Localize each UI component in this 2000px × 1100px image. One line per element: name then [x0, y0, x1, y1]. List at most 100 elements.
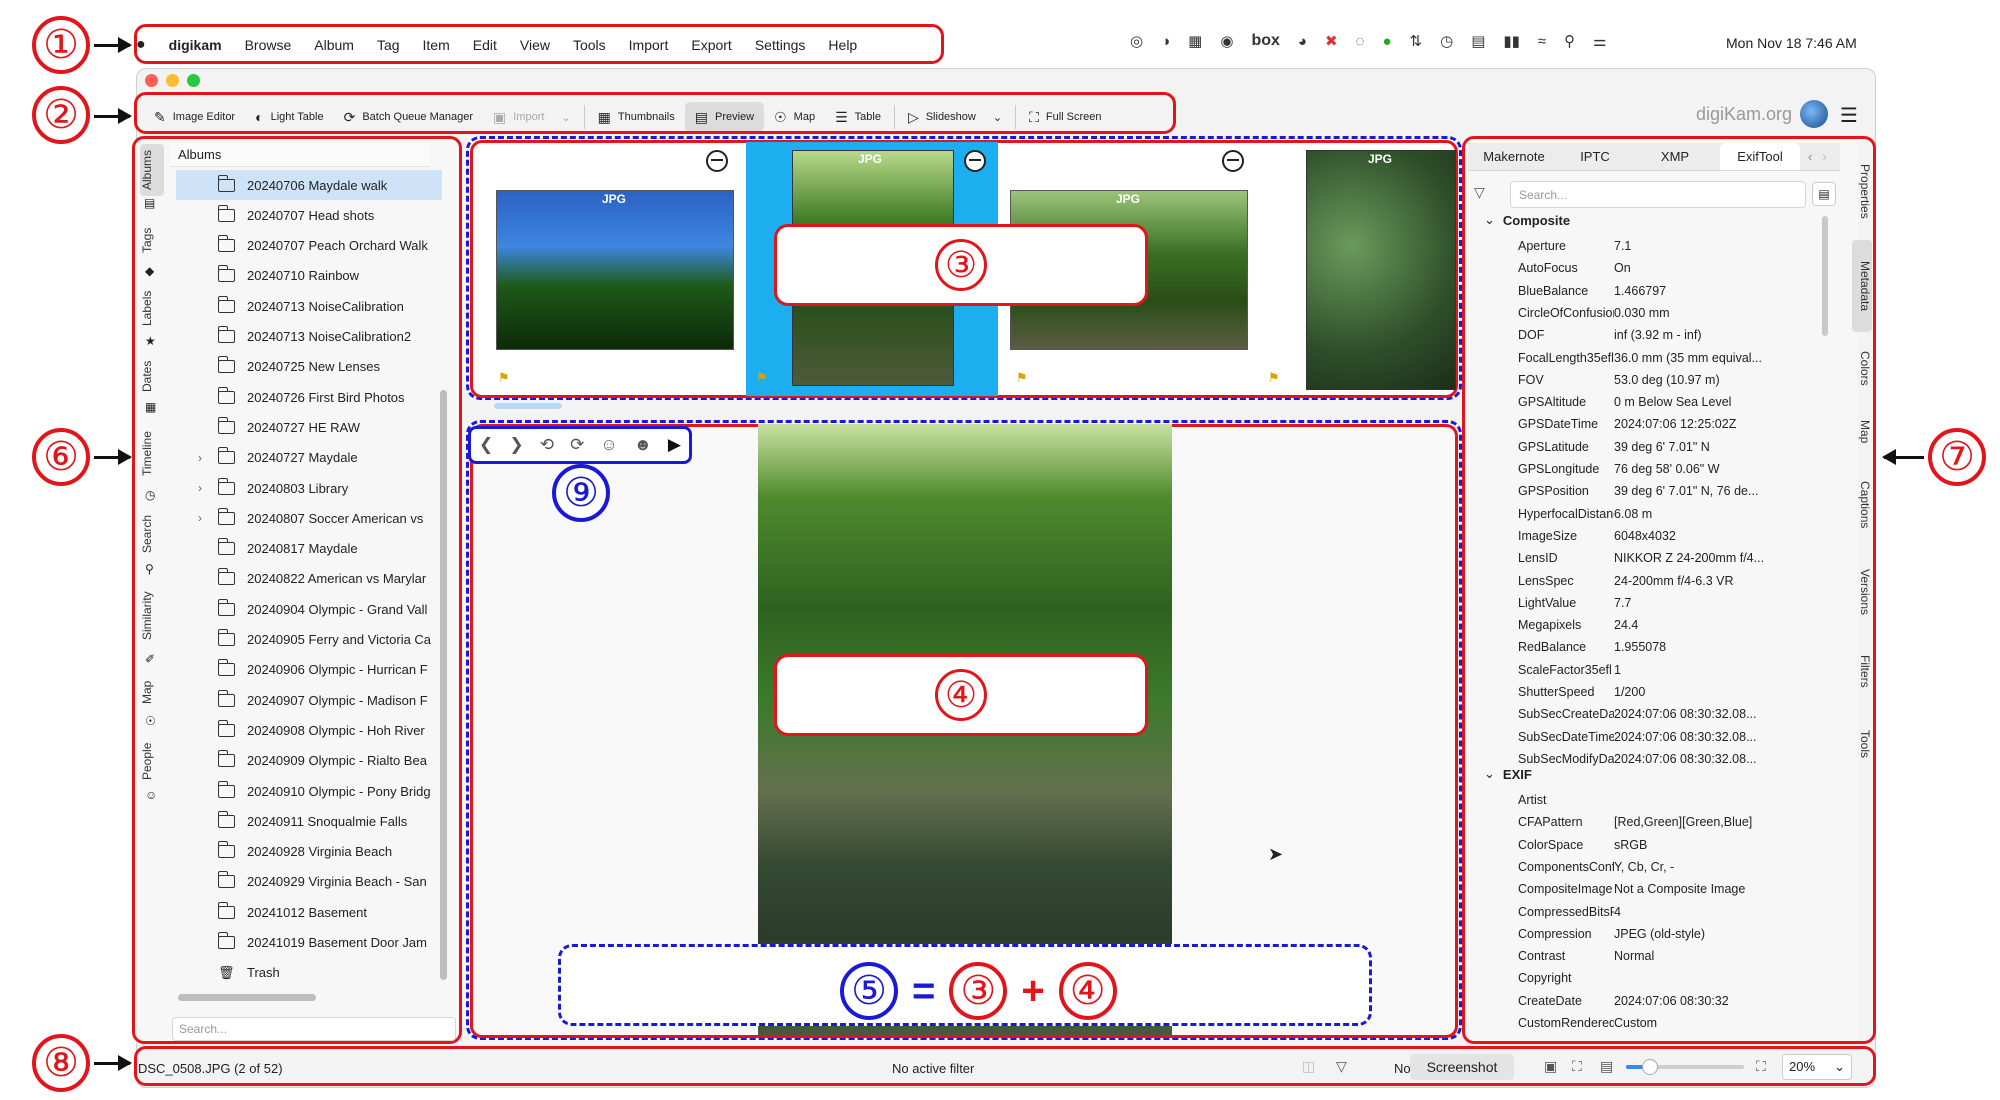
- album-h-scrollbar[interactable]: [178, 994, 316, 1001]
- chevron-left-icon[interactable]: ‹: [1808, 149, 1812, 164]
- zoom-fit-icon[interactable]: ▣: [1544, 1058, 1557, 1075]
- zoom-actual-icon[interactable]: ⛶: [1572, 1058, 1582, 1075]
- trash-icon[interactable]: ◫: [1302, 1058, 1315, 1075]
- tray-icon[interactable]: ◎: [1130, 32, 1143, 50]
- minimize-window-button[interactable]: [166, 74, 179, 87]
- wifi-icon[interactable]: ≈: [1538, 33, 1546, 50]
- tray-icon[interactable]: ▦: [1188, 32, 1202, 50]
- play-icon[interactable]: ▶: [668, 435, 681, 455]
- metadata-row[interactable]: LensSpec 24-200mm f/4-6.3 VR: [1484, 570, 1820, 592]
- zoom-window-button[interactable]: [187, 74, 200, 87]
- metadata-row[interactable]: GPSDateTime 2024:07:06 12:25:02Z: [1484, 413, 1820, 435]
- tab-metadata[interactable]: Metadata: [1852, 240, 1872, 332]
- metadata-row[interactable]: AutoFocus On: [1484, 257, 1820, 279]
- metadata-row[interactable]: LightValue 7.7: [1484, 592, 1820, 614]
- tab-makernote[interactable]: Makernote: [1468, 143, 1560, 170]
- album-item[interactable]: 20240817 Maydale: [176, 534, 442, 564]
- album-item[interactable]: 20240725 New Lenses: [176, 352, 442, 382]
- metadata-row[interactable]: GPSLatitude 39 deg 6' 7.01" N: [1484, 436, 1820, 458]
- zoom-slider-knob[interactable]: [1641, 1059, 1658, 1075]
- metadata-row[interactable]: CompositeImage Not a Composite Image: [1484, 878, 1820, 900]
- tab-xmp[interactable]: XMP: [1630, 143, 1720, 170]
- filmstrip-scrollbar[interactable]: [494, 403, 562, 409]
- album-item[interactable]: 20240713 NoiseCalibration2: [176, 322, 442, 352]
- album-item[interactable]: 20240707 Head shots: [176, 200, 442, 230]
- metadata-row[interactable]: ComponentsConfi...Y, Cb, Cr, -: [1484, 856, 1820, 878]
- album-item[interactable]: › 20240803 Library: [176, 473, 442, 503]
- metadata-row[interactable]: ImageSize 6048x4032: [1484, 525, 1820, 547]
- metadata-row[interactable]: Megapixels 24.4: [1484, 614, 1820, 636]
- metadata-row[interactable]: SubSecModifyDate2024:07:06 08:30:32.08..…: [1484, 748, 1820, 770]
- album-item[interactable]: 20240909 Olympic - Rialto Bea: [176, 746, 442, 776]
- album-item[interactable]: 20240822 American vs Marylar: [176, 564, 442, 594]
- filter-icon[interactable]: ▽: [1474, 184, 1485, 201]
- tab-tools[interactable]: Tools: [1852, 716, 1872, 772]
- menubar-clock[interactable]: Mon Nov 18 7:46 AM: [1726, 35, 1857, 51]
- metadata-row[interactable]: Artist: [1484, 789, 1820, 811]
- metadata-row[interactable]: SubSecCreateDate2024:07:06 08:30:32.08..…: [1484, 703, 1820, 725]
- tab-properties[interactable]: Properties: [1852, 146, 1872, 236]
- tab-versions[interactable]: Versions: [1852, 556, 1872, 628]
- tray-icon[interactable]: ◑: [1161, 33, 1170, 50]
- album-item[interactable]: 20240929 Virginia Beach - San: [176, 867, 442, 897]
- metadata-row[interactable]: Copyright: [1484, 967, 1820, 989]
- album-item[interactable]: 20240906 Olympic - Hurrican F: [176, 655, 442, 685]
- album-item[interactable]: 20241012 Basement: [176, 897, 442, 927]
- tab-similarity[interactable]: Similarity: [140, 584, 164, 648]
- metadata-row[interactable]: GPSPosition 39 deg 6' 7.01" N, 76 de...: [1484, 480, 1820, 502]
- metadata-row[interactable]: CustomRendered Custom: [1484, 1012, 1820, 1034]
- album-item[interactable]: 20240905 Ferry and Victoria Ca: [176, 625, 442, 655]
- search-icon[interactable]: ⚲: [1564, 32, 1575, 50]
- album-item[interactable]: 20240904 Olympic - Grand Vall: [176, 594, 442, 624]
- album-item[interactable]: 20240713 NoiseCalibration: [176, 291, 442, 321]
- metadata-search-input[interactable]: Search...: [1510, 181, 1806, 208]
- metadata-row[interactable]: Contrast Normal: [1484, 945, 1820, 967]
- tab-search[interactable]: Search: [140, 510, 164, 558]
- metadata-row[interactable]: ColorSpace sRGB: [1484, 834, 1820, 856]
- album-item[interactable]: › 20240727 Maydale: [176, 443, 442, 473]
- tab-exiftool[interactable]: ExifTool: [1720, 143, 1800, 170]
- battery-icon[interactable]: ▮▮: [1503, 32, 1520, 50]
- tab-albums[interactable]: Albums: [140, 144, 164, 196]
- tab-people[interactable]: People: [140, 736, 164, 786]
- metadata-row[interactable]: BlueBalance 1.466797: [1484, 280, 1820, 302]
- rotate-left-icon[interactable]: ⟲: [540, 435, 554, 455]
- metadata-row[interactable]: ScaleFactor35efl 1: [1484, 659, 1820, 681]
- metadata-row[interactable]: Aperture 7.1: [1484, 235, 1820, 257]
- album-item[interactable]: 20240911 Snoqualmie Falls: [176, 806, 442, 836]
- tray-icon[interactable]: ◉: [1220, 32, 1233, 50]
- album-item[interactable]: 20240710 Rainbow: [176, 261, 442, 291]
- chevron-right-icon[interactable]: ›: [198, 481, 202, 495]
- hamburger-menu-icon[interactable]: ☰: [1840, 103, 1858, 128]
- tab-timeline[interactable]: Timeline: [140, 424, 164, 484]
- next-icon[interactable]: ❯: [509, 435, 523, 455]
- filmstrip-thumb-1[interactable]: JPG ⚑: [488, 142, 738, 396]
- screenshot-button[interactable]: Screenshot: [1410, 1054, 1514, 1080]
- metadata-row[interactable]: CircleOfConfusion 0.030 mm: [1484, 302, 1820, 324]
- metadata-row[interactable]: FocalLength35efl 36.0 mm (35 mm equival..…: [1484, 347, 1820, 369]
- chevron-right-icon[interactable]: ›: [1822, 149, 1826, 164]
- tray-icon[interactable]: ◕: [1298, 33, 1307, 50]
- zoom-window-icon[interactable]: ▤: [1600, 1058, 1613, 1075]
- metadata-row[interactable]: ShutterSpeed 1/200: [1484, 681, 1820, 703]
- tab-colors[interactable]: Colors: [1852, 340, 1872, 396]
- album-item[interactable]: 20241019 Basement Door Jam: [176, 928, 442, 958]
- metadata-row[interactable]: LensID NIKKOR Z 24-200mm f/4...: [1484, 547, 1820, 569]
- metadata-row[interactable]: CFAPattern [Red,Green][Green,Blue]: [1484, 811, 1820, 833]
- tab-map[interactable]: Map: [140, 674, 164, 710]
- tab-tags[interactable]: Tags: [140, 220, 164, 260]
- album-item[interactable]: › 20240807 Soccer American vs: [176, 503, 442, 533]
- clock-history-icon[interactable]: ◷: [1440, 32, 1453, 50]
- previous-icon[interactable]: ❮: [479, 435, 493, 455]
- metadata-row[interactable]: FOV 53.0 deg (10.97 m): [1484, 369, 1820, 391]
- album-item[interactable]: 20240707 Peach Orchard Walk: [176, 231, 442, 261]
- tab-map-right[interactable]: Map: [1852, 408, 1872, 456]
- group-exif[interactable]: ⌄ EXIF: [1484, 766, 1532, 782]
- album-item[interactable]: 20240928 Virginia Beach: [176, 837, 442, 867]
- metadata-options-icon[interactable]: ▤: [1812, 182, 1836, 206]
- metadata-row[interactable]: HyperfocalDistance6.08 m: [1484, 503, 1820, 525]
- metadata-row[interactable]: CreateDate 2024:07:06 08:30:32: [1484, 990, 1820, 1012]
- add-face-icon[interactable]: ☻: [634, 435, 652, 455]
- zoom-fullscreen-icon[interactable]: ⛶: [1756, 1058, 1766, 1075]
- filter-icon[interactable]: ▽: [1336, 1058, 1347, 1075]
